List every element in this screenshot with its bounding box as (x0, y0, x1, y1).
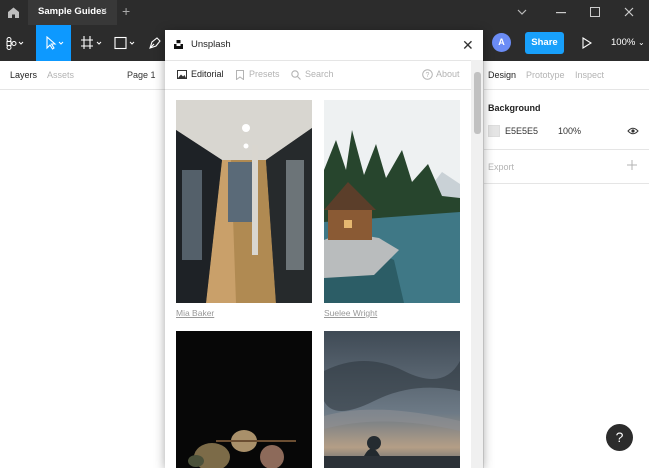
close-tab-icon[interactable]: ✕ (100, 6, 108, 17)
bookmark-icon (236, 70, 244, 80)
scrollbar-thumb[interactable] (474, 72, 481, 134)
zoom-level[interactable]: 100% ⌄ (611, 37, 645, 48)
photo-credit-link[interactable]: Mia Baker (176, 308, 214, 318)
tab-about[interactable]: About (436, 69, 460, 79)
new-tab-button[interactable]: + (122, 3, 130, 19)
photo-thumbnail[interactable] (176, 331, 312, 468)
help-button[interactable]: ? (606, 424, 633, 451)
right-panel: Design Prototype Inspect Background E5E5… (483, 61, 649, 468)
share-button[interactable]: Share (525, 32, 564, 54)
chevron-down-icon[interactable] (517, 8, 527, 16)
stormy-sky-photo (324, 331, 460, 468)
frame-tool-icon[interactable] (80, 36, 104, 50)
close-icon[interactable]: ✕ (462, 37, 474, 54)
page-selector[interactable]: Page 1 (127, 70, 156, 80)
tab-search[interactable]: Search (305, 69, 334, 79)
left-panel: Layers Assets Page 1 (0, 61, 165, 468)
image-icon (177, 70, 187, 79)
right-panel-tabs: Design Prototype Inspect (484, 61, 649, 90)
plugin-tabs: Editorial Presets Search ? About (165, 60, 471, 90)
eye-icon[interactable] (627, 127, 639, 135)
file-tab[interactable]: Sample Guides ✕ (28, 0, 117, 25)
chevron-down-icon: ⌄ (637, 38, 645, 47)
file-tab-label: Sample Guides (38, 6, 107, 17)
export-heading: Export (488, 162, 515, 172)
photo-thumbnail[interactable] (324, 331, 460, 468)
present-icon[interactable] (582, 37, 592, 49)
tab-layers[interactable]: Layers (10, 70, 37, 80)
modal-title: Unsplash (191, 39, 231, 50)
divider (484, 183, 649, 184)
title-bar: Sample Guides ✕ + (0, 0, 649, 25)
help-circle-icon: ? (422, 69, 433, 80)
tab-inspect[interactable]: Inspect (575, 70, 604, 80)
maximize-icon[interactable] (590, 7, 600, 17)
close-window-icon[interactable] (624, 7, 634, 17)
move-tool-button[interactable] (36, 25, 71, 61)
background-heading: Background (488, 103, 541, 113)
tab-assets[interactable]: Assets (47, 70, 74, 80)
add-export-icon[interactable] (627, 160, 637, 170)
tab-design[interactable]: Design (488, 70, 516, 80)
photo-credit-link[interactable]: Suelee Wright (324, 308, 377, 318)
cabin-lake-photo (324, 100, 460, 303)
unsplash-logo-icon (174, 40, 183, 49)
background-hex-field[interactable]: E5E5E5 (505, 126, 538, 136)
minimize-icon[interactable] (556, 12, 566, 14)
photo-thumbnail[interactable] (324, 100, 460, 303)
divider (484, 149, 649, 150)
dried-flowers-photo (176, 331, 312, 468)
background-color-swatch[interactable] (488, 125, 500, 137)
svg-text:?: ? (426, 72, 430, 79)
background-opacity-field[interactable]: 100% (558, 126, 581, 136)
pen-tool-icon[interactable] (148, 36, 162, 50)
photo-thumbnail[interactable] (176, 100, 312, 303)
shape-tool-icon[interactable] (114, 36, 138, 50)
scrollbar[interactable] (471, 60, 483, 468)
home-icon[interactable] (7, 6, 20, 19)
left-panel-tabs: Layers Assets Page 1 (0, 61, 165, 90)
unsplash-plugin-window: Unsplash ✕ Editorial Presets Search ? Ab… (165, 30, 483, 468)
zoom-value: 100% (611, 37, 636, 48)
user-avatar[interactable]: A (492, 33, 511, 52)
tab-editorial[interactable]: Editorial (191, 69, 224, 79)
corridor-photo (176, 100, 312, 303)
search-icon (291, 70, 301, 80)
main-menu-icon[interactable] (6, 37, 24, 50)
tab-prototype[interactable]: Prototype (526, 70, 565, 80)
move-icon (46, 36, 64, 50)
tab-presets[interactable]: Presets (249, 69, 280, 79)
